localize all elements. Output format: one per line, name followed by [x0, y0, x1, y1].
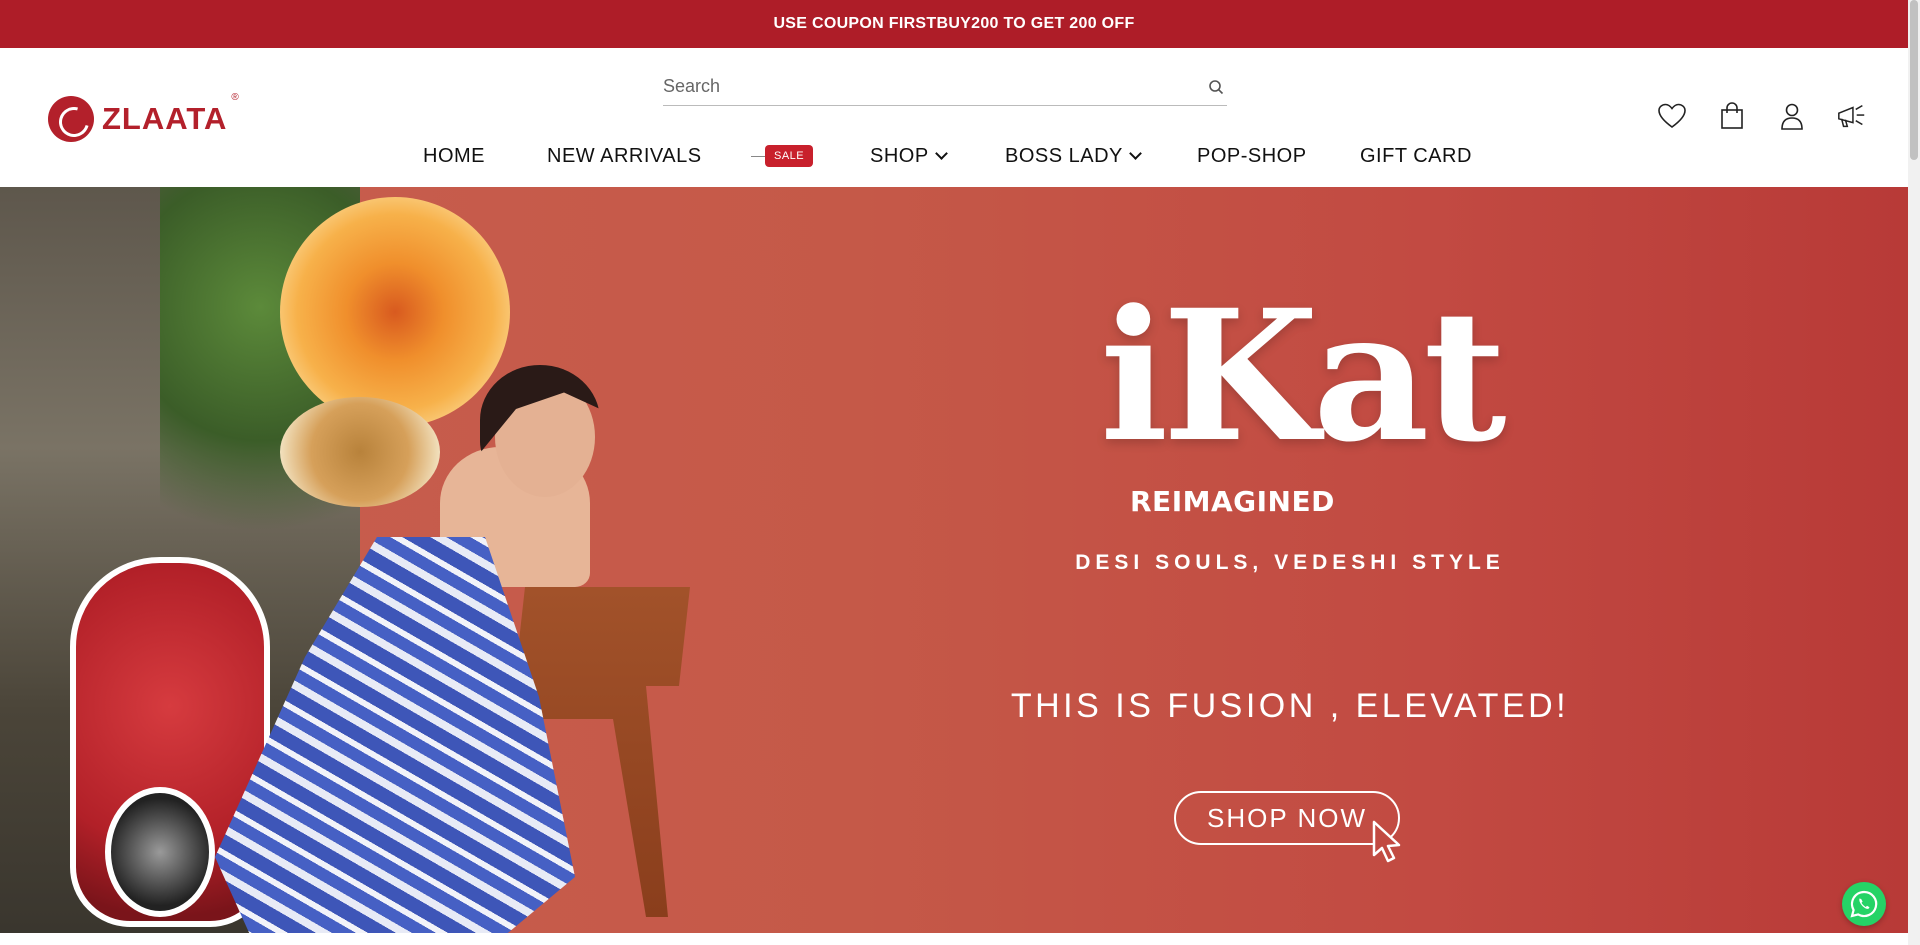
- nav-pop-shop-label: POP-SHOP: [1197, 144, 1307, 167]
- shopping-bag-icon[interactable]: [1716, 100, 1748, 132]
- announcement-text: USE COUPON FIRSTBUY200 TO GET 200 OFF: [773, 15, 1135, 32]
- page-scrollbar[interactable]: [1908, 0, 1920, 945]
- hero-headline: THIS IS FUSION , ELEVATED!: [1010, 687, 1570, 725]
- pointer-cursor-icon: [1372, 820, 1401, 863]
- marigold-flower-image: [280, 197, 510, 427]
- nav-new-arrivals[interactable]: NEW ARRIVALS: [547, 136, 702, 176]
- nav-home-label: HOME: [423, 144, 485, 167]
- nav-sale[interactable]: SALE: [750, 136, 814, 176]
- whatsapp-icon: [1850, 890, 1878, 918]
- nav-gift-card-label: GIFT CARD: [1360, 144, 1472, 167]
- hero-tagline: DESI SOULS, VEDESHI STYLE: [1075, 551, 1505, 574]
- search-input[interactable]: [663, 76, 1205, 97]
- nav-shop-label: SHOP: [870, 144, 929, 167]
- nav-pop-shop[interactable]: POP-SHOP: [1197, 136, 1307, 176]
- sale-tag-badge: SALE: [750, 145, 814, 167]
- hero-banner[interactable]: iKat REIMAGINED DESI SOULS, VEDESHI STYL…: [0, 187, 1908, 933]
- chevron-down-icon: [1129, 147, 1142, 160]
- chevron-down-icon: [934, 147, 948, 160]
- announcement-bar: USE COUPON FIRSTBUY200 TO GET 200 OFF: [0, 0, 1908, 48]
- nav-shop[interactable]: SHOP: [870, 136, 948, 176]
- megaphone-icon[interactable]: [1836, 100, 1868, 132]
- shop-now-button[interactable]: SHOP NOW: [1174, 791, 1400, 845]
- hero-copy: iKat REIMAGINED DESI SOULS, VEDESHI STYL…: [980, 187, 1600, 933]
- registered-mark: ®: [231, 92, 239, 103]
- ikat-logo: iKat: [1100, 287, 1507, 487]
- page-below-fold: [0, 933, 1908, 945]
- hero-image: [0, 187, 810, 933]
- site-header: ZLAATA ® HOME NEW ARRIVALS SALE SHOP BOS…: [0, 48, 1908, 187]
- ikat-logo-word: iKat: [1100, 271, 1507, 482]
- header-actions: [1656, 100, 1868, 132]
- heart-icon[interactable]: [1656, 100, 1688, 132]
- nav-boss-lady-label: BOSS LADY: [1005, 144, 1123, 167]
- nav-gift-card[interactable]: GIFT CARD: [1360, 136, 1472, 176]
- search-icon[interactable]: [1205, 76, 1227, 98]
- nav-boss-lady[interactable]: BOSS LADY: [1005, 136, 1142, 176]
- user-icon[interactable]: [1776, 100, 1808, 132]
- vada-pav-image: [280, 397, 440, 507]
- search-bar: [663, 68, 1227, 106]
- ikat-logo-subtitle: REIMAGINED: [1130, 485, 1335, 518]
- nav-home[interactable]: HOME: [423, 136, 485, 176]
- scooter-wheel: [105, 787, 215, 917]
- brand-name: ZLAATA: [102, 101, 228, 136]
- scrollbar-thumb[interactable]: [1910, 0, 1918, 160]
- shop-now-label: SHOP NOW: [1207, 802, 1367, 833]
- main-navigation: HOME NEW ARRIVALS SALE SHOP BOSS LADY PO…: [0, 136, 1908, 176]
- nav-new-arrivals-label: NEW ARRIVALS: [547, 144, 702, 167]
- whatsapp-chat-button[interactable]: [1842, 882, 1886, 926]
